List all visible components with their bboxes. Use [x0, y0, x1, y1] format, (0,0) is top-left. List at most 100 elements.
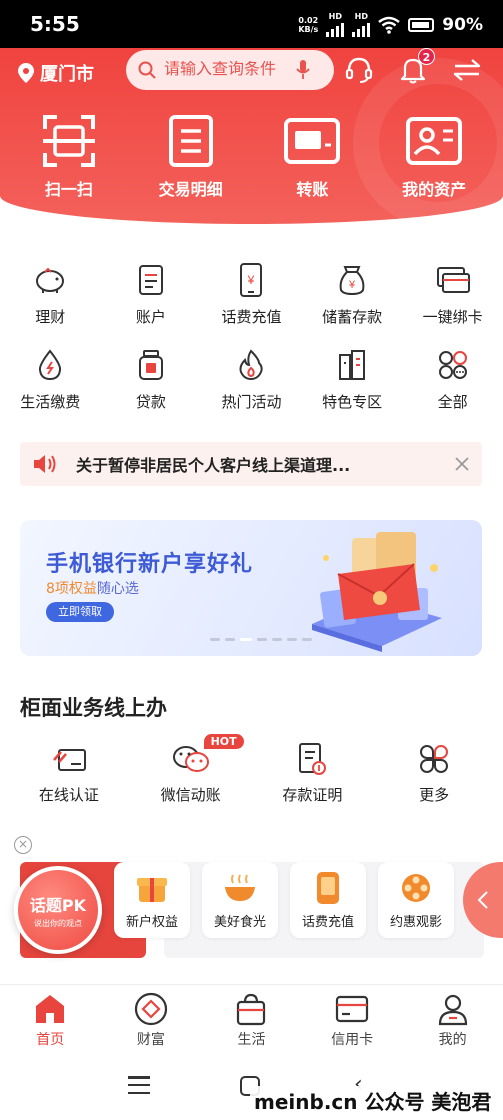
notice-text: 关于暂停非居民个人客户线上渠道理...: [76, 456, 351, 475]
tab-label: 财富: [136, 1031, 165, 1048]
location-selector[interactable]: 厦门市: [18, 60, 94, 86]
service-utilities[interactable]: 生活缴费: [0, 347, 101, 412]
gift-envelope-illustration: [312, 532, 442, 652]
user-icon: [435, 991, 471, 1027]
watermark: meinb.cn 公众号 美泡君: [250, 1086, 496, 1115]
scan-icon: [40, 112, 98, 170]
close-icon[interactable]: [454, 456, 470, 472]
search-bar[interactable]: [126, 50, 334, 90]
wealth-icon: [133, 991, 169, 1027]
tab-life[interactable]: 生活: [211, 991, 291, 1049]
wifi-icon: [378, 16, 401, 34]
hot-badge: HOT: [203, 734, 244, 749]
service-label: 话费充值: [221, 308, 282, 326]
chip-label: 新户权益: [125, 914, 178, 930]
quick-transactions[interactable]: 交易明细: [141, 112, 241, 200]
location-label: 厦门市: [40, 64, 94, 85]
bind-card-icon: [435, 262, 471, 298]
pk-subtitle: 说出你的观点: [34, 919, 82, 928]
location-pin-icon: [18, 63, 34, 83]
service-wealth[interactable]: 理财: [0, 262, 101, 327]
chip-topup[interactable]: 话费充值: [290, 862, 366, 938]
chip-label: 美好食光: [213, 914, 266, 930]
signal-1-icon: HD: [326, 12, 345, 37]
home-icon: [32, 991, 68, 1027]
document-icon: [162, 112, 220, 170]
flame-icon: [233, 347, 269, 383]
quick-label: 交易明细: [158, 180, 223, 199]
counter-label: 更多: [419, 786, 450, 804]
chip-food[interactable]: 美好食光: [202, 862, 278, 938]
service-bind-card[interactable]: 一键绑卡: [402, 262, 503, 327]
notification-button[interactable]: 2: [397, 48, 435, 86]
status-bar: 5:55 0.02 KB/s HD HD 90%: [0, 0, 503, 50]
header-actions: 2: [343, 48, 483, 86]
counter-label: 在线认证: [38, 786, 99, 804]
quick-label: 我的资产: [402, 180, 467, 199]
tab-wealth[interactable]: 财富: [111, 991, 191, 1049]
quick-scan[interactable]: 扫一扫: [19, 112, 119, 200]
quick-assets[interactable]: 我的资产: [384, 112, 484, 200]
pk-title: 话题PK: [29, 896, 87, 915]
service-label: 储蓄存款: [322, 308, 383, 326]
chip-new-user[interactable]: 新户权益: [114, 862, 190, 938]
nav-menu-icon[interactable]: [128, 1076, 150, 1094]
tab-mine[interactable]: 我的: [413, 991, 493, 1049]
signal-2-icon: HD: [352, 12, 371, 37]
money-bag-icon: ¥: [334, 262, 370, 298]
status-time: 5:55: [30, 12, 80, 36]
microphone-icon[interactable]: [296, 60, 310, 80]
counter-wechat[interactable]: HOT 微信动账: [136, 734, 246, 805]
banner-claim-button[interactable]: 立即领取: [46, 602, 114, 622]
counter-online-verify[interactable]: 在线认证: [14, 740, 124, 805]
quick-label: 转账: [296, 180, 329, 199]
switch-button[interactable]: [451, 54, 483, 86]
tab-label: 首页: [36, 1031, 65, 1048]
speaker-icon: [34, 455, 56, 473]
customer-service-button[interactable]: [343, 54, 375, 86]
chip-movie[interactable]: 约惠观影: [378, 862, 454, 938]
service-account[interactable]: 账户: [101, 262, 202, 327]
card-transfer-icon: [283, 112, 341, 170]
banner-subtitle: 8项权益随心选: [46, 581, 139, 597]
quick-transfer[interactable]: 转账: [262, 112, 362, 200]
service-phone-topup[interactable]: ¥ 话费充值: [201, 262, 302, 327]
svg-text:¥: ¥: [247, 273, 255, 287]
shopping-bag-icon: [233, 991, 269, 1027]
quick-actions: 扫一扫 交易明细 转账 我的资产: [0, 112, 503, 200]
search-input[interactable]: [164, 61, 288, 79]
service-events[interactable]: 热门活动: [201, 347, 302, 412]
service-label: 生活缴费: [20, 393, 81, 411]
float-close-icon[interactable]: ×: [14, 836, 32, 854]
counter-services: 在线认证 HOT 微信动账 存款证明 更多: [0, 734, 503, 805]
headset-icon: [345, 57, 373, 83]
net-speed: 0.02 KB/s: [298, 15, 319, 34]
promo-banner[interactable]: 手机银行新户享好礼 8项权益随心选 立即领取: [20, 520, 482, 656]
topic-pk-button[interactable]: 话题PK 说出你的观点: [14, 866, 102, 954]
service-label: 热门活动: [221, 393, 282, 411]
chip-label: 话费充值: [301, 914, 354, 930]
deposit-cert-icon: [293, 740, 331, 778]
service-label: 账户: [135, 308, 166, 326]
piggy-bank-icon: [32, 262, 68, 298]
notice-bar[interactable]: 关于暂停非居民个人客户线上渠道理...: [20, 442, 482, 486]
status-icons: 0.02 KB/s HD HD 90%: [298, 12, 483, 37]
tab-label: 信用卡: [331, 1031, 374, 1048]
service-savings[interactable]: ¥ 储蓄存款: [302, 262, 403, 327]
tab-home[interactable]: 首页: [10, 991, 90, 1049]
battery-icon: [408, 17, 435, 32]
water-drop-icon: [32, 347, 68, 383]
service-label: 理财: [35, 308, 66, 326]
credit-card-icon: [334, 991, 370, 1027]
service-loan[interactable]: 贷款: [101, 347, 202, 412]
chip-label: 约惠观影: [389, 914, 442, 930]
tab-credit-card[interactable]: 信用卡: [312, 991, 392, 1049]
notification-badge: 2: [418, 48, 435, 65]
service-all[interactable]: 全部: [402, 347, 503, 412]
service-special[interactable]: 特色专区: [302, 347, 403, 412]
phone-yen-icon: ¥: [233, 262, 269, 298]
service-label: 全部: [437, 393, 468, 411]
counter-more[interactable]: 更多: [379, 740, 489, 805]
counter-deposit-cert[interactable]: 存款证明: [257, 740, 367, 805]
section-title: 柜面业务线上办: [20, 696, 167, 720]
